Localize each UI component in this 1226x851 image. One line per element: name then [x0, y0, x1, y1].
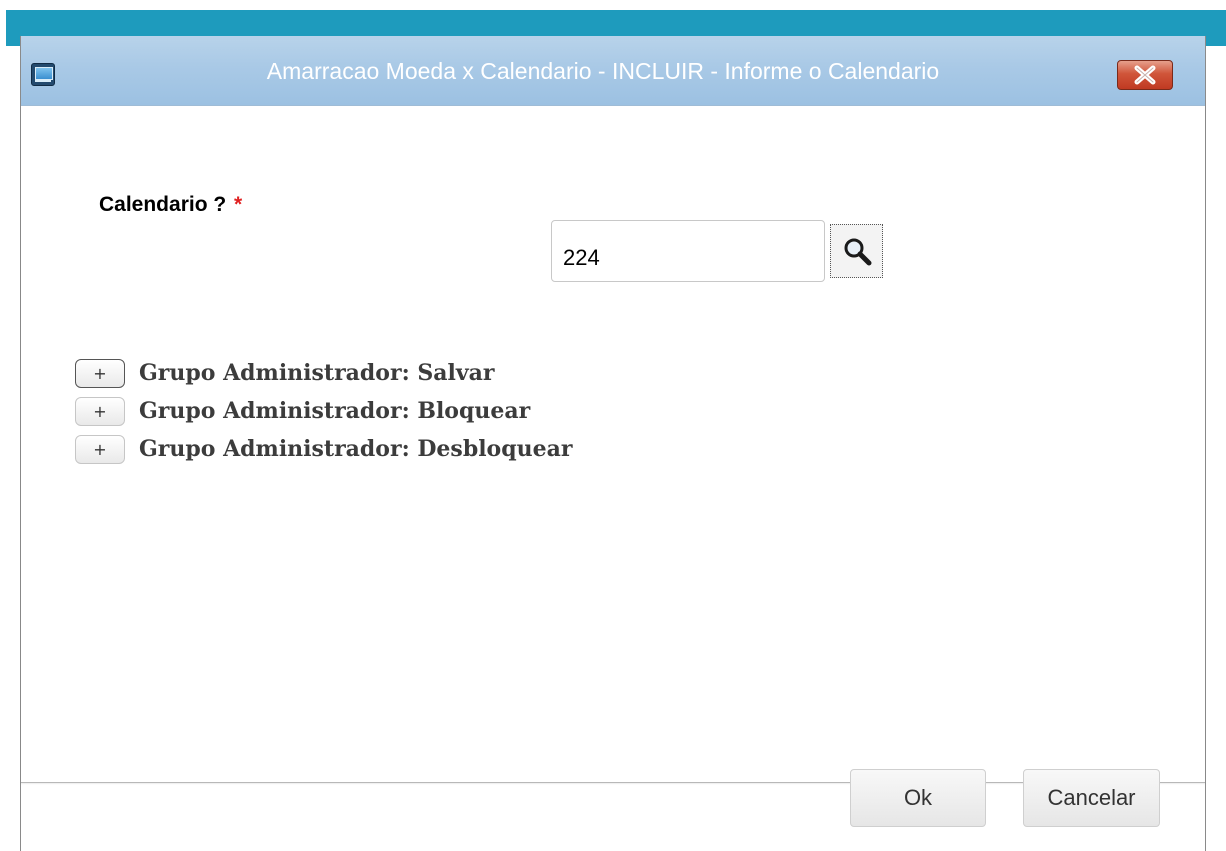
tree-item-label: Grupo Administrador: Salvar: [139, 360, 495, 386]
close-button[interactable]: [1117, 60, 1173, 90]
calendar-input[interactable]: [551, 220, 825, 282]
close-x-icon: [1134, 65, 1156, 85]
expand-button[interactable]: +: [75, 396, 125, 426]
tree-item-bloquear: + Grupo Administrador: Bloquear: [75, 392, 572, 430]
computer-monitor-icon: [31, 63, 55, 86]
expand-button[interactable]: +: [75, 358, 125, 388]
dialog-window: Amarracao Moeda x Calendario - INCLUIR -…: [20, 36, 1206, 851]
required-marker: *: [234, 193, 243, 216]
tree-item-label: Grupo Administrador: Bloquear: [139, 398, 531, 424]
title-bar: Amarracao Moeda x Calendario - INCLUIR -…: [21, 36, 1205, 106]
calendar-label-text: Calendario ?: [99, 193, 227, 216]
permission-tree: + Grupo Administrador: Salvar + Grupo Ad…: [75, 354, 572, 468]
expand-button[interactable]: +: [75, 434, 125, 464]
tree-item-label: Grupo Administrador: Desbloquear: [139, 436, 573, 462]
window-title: Amarracao Moeda x Calendario - INCLUIR -…: [266, 58, 940, 84]
magnifier-search-icon: [844, 238, 871, 266]
calendar-field-label: Calendario ? *: [99, 193, 242, 217]
ok-button[interactable]: Ok: [850, 769, 986, 827]
tree-item-salvar: + Grupo Administrador: Salvar: [75, 354, 572, 392]
cancel-button[interactable]: Cancelar: [1023, 769, 1160, 827]
monitor-base: [35, 80, 51, 82]
monitor-screen: [35, 67, 53, 80]
lookup-button[interactable]: [830, 224, 883, 278]
tree-item-desbloquear: + Grupo Administrador: Desbloquear: [75, 430, 572, 468]
dialog-body: Calendario ? * + Grupo Administrador: Sa…: [21, 106, 1205, 783]
